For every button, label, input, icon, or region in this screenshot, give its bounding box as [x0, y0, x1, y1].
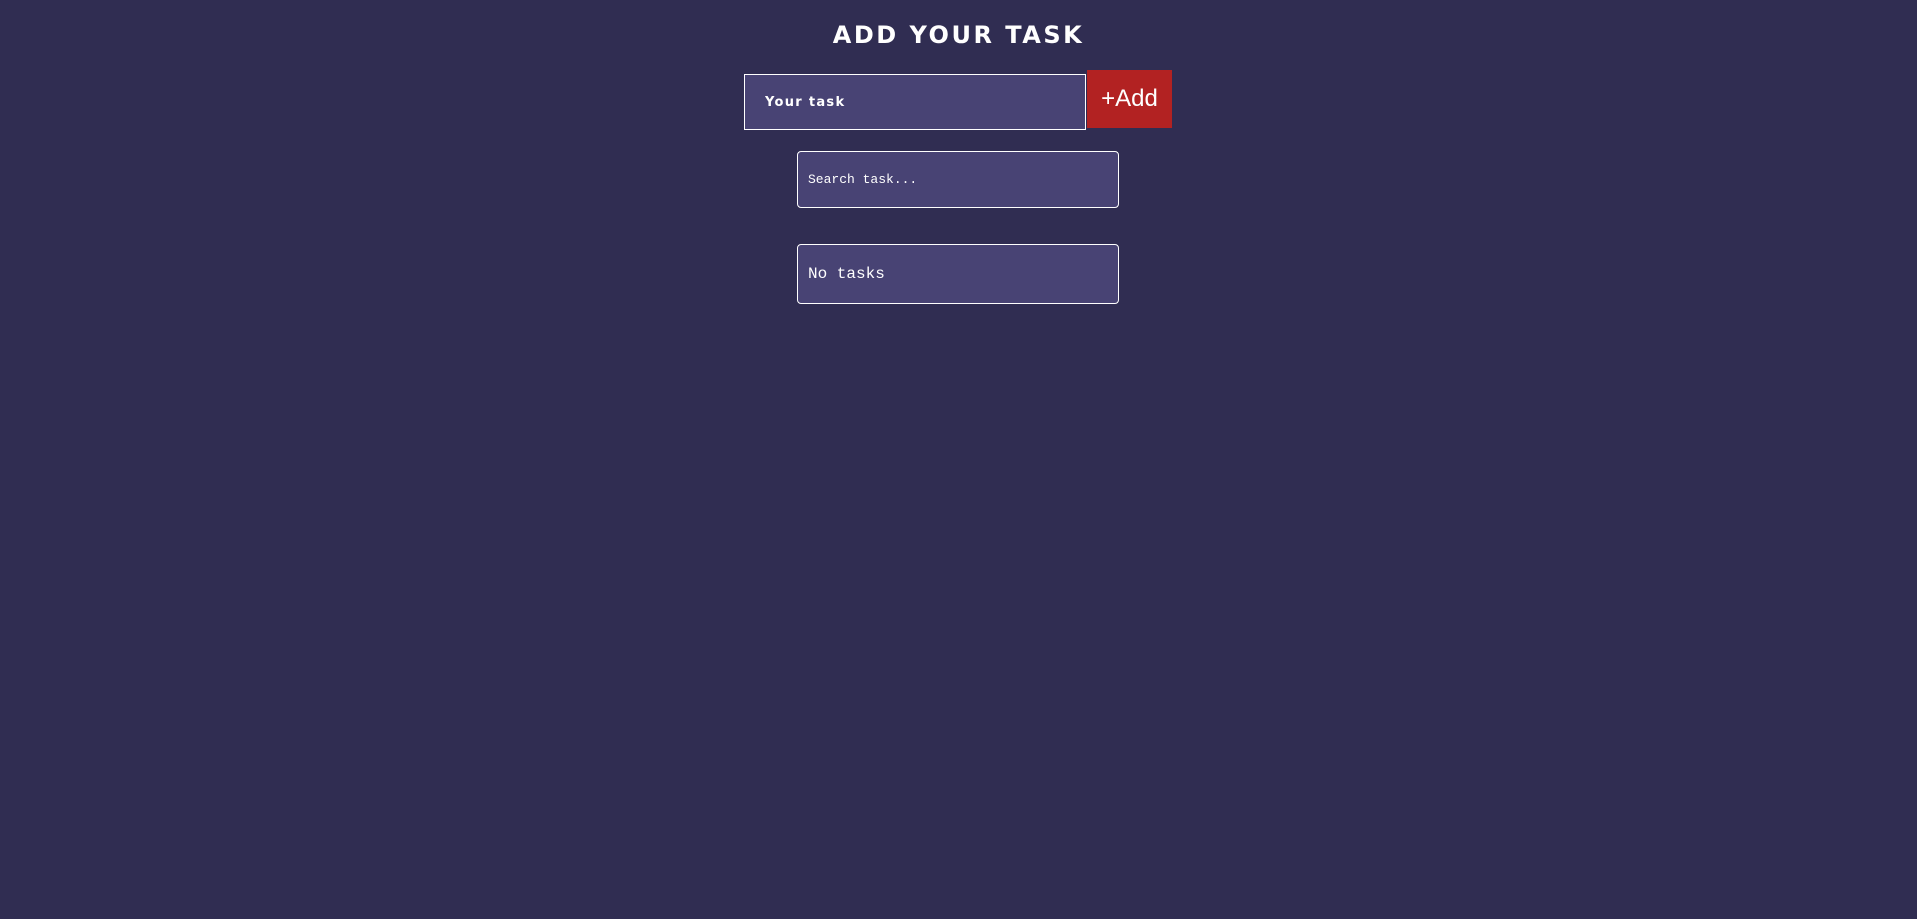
- page-title: ADD YOUR TASK: [832, 21, 1085, 49]
- task-input[interactable]: [744, 74, 1086, 130]
- empty-task-message: No tasks: [808, 265, 885, 283]
- add-task-button[interactable]: +Add: [1087, 70, 1172, 128]
- task-list: No tasks: [797, 244, 1119, 304]
- search-input[interactable]: [797, 151, 1119, 208]
